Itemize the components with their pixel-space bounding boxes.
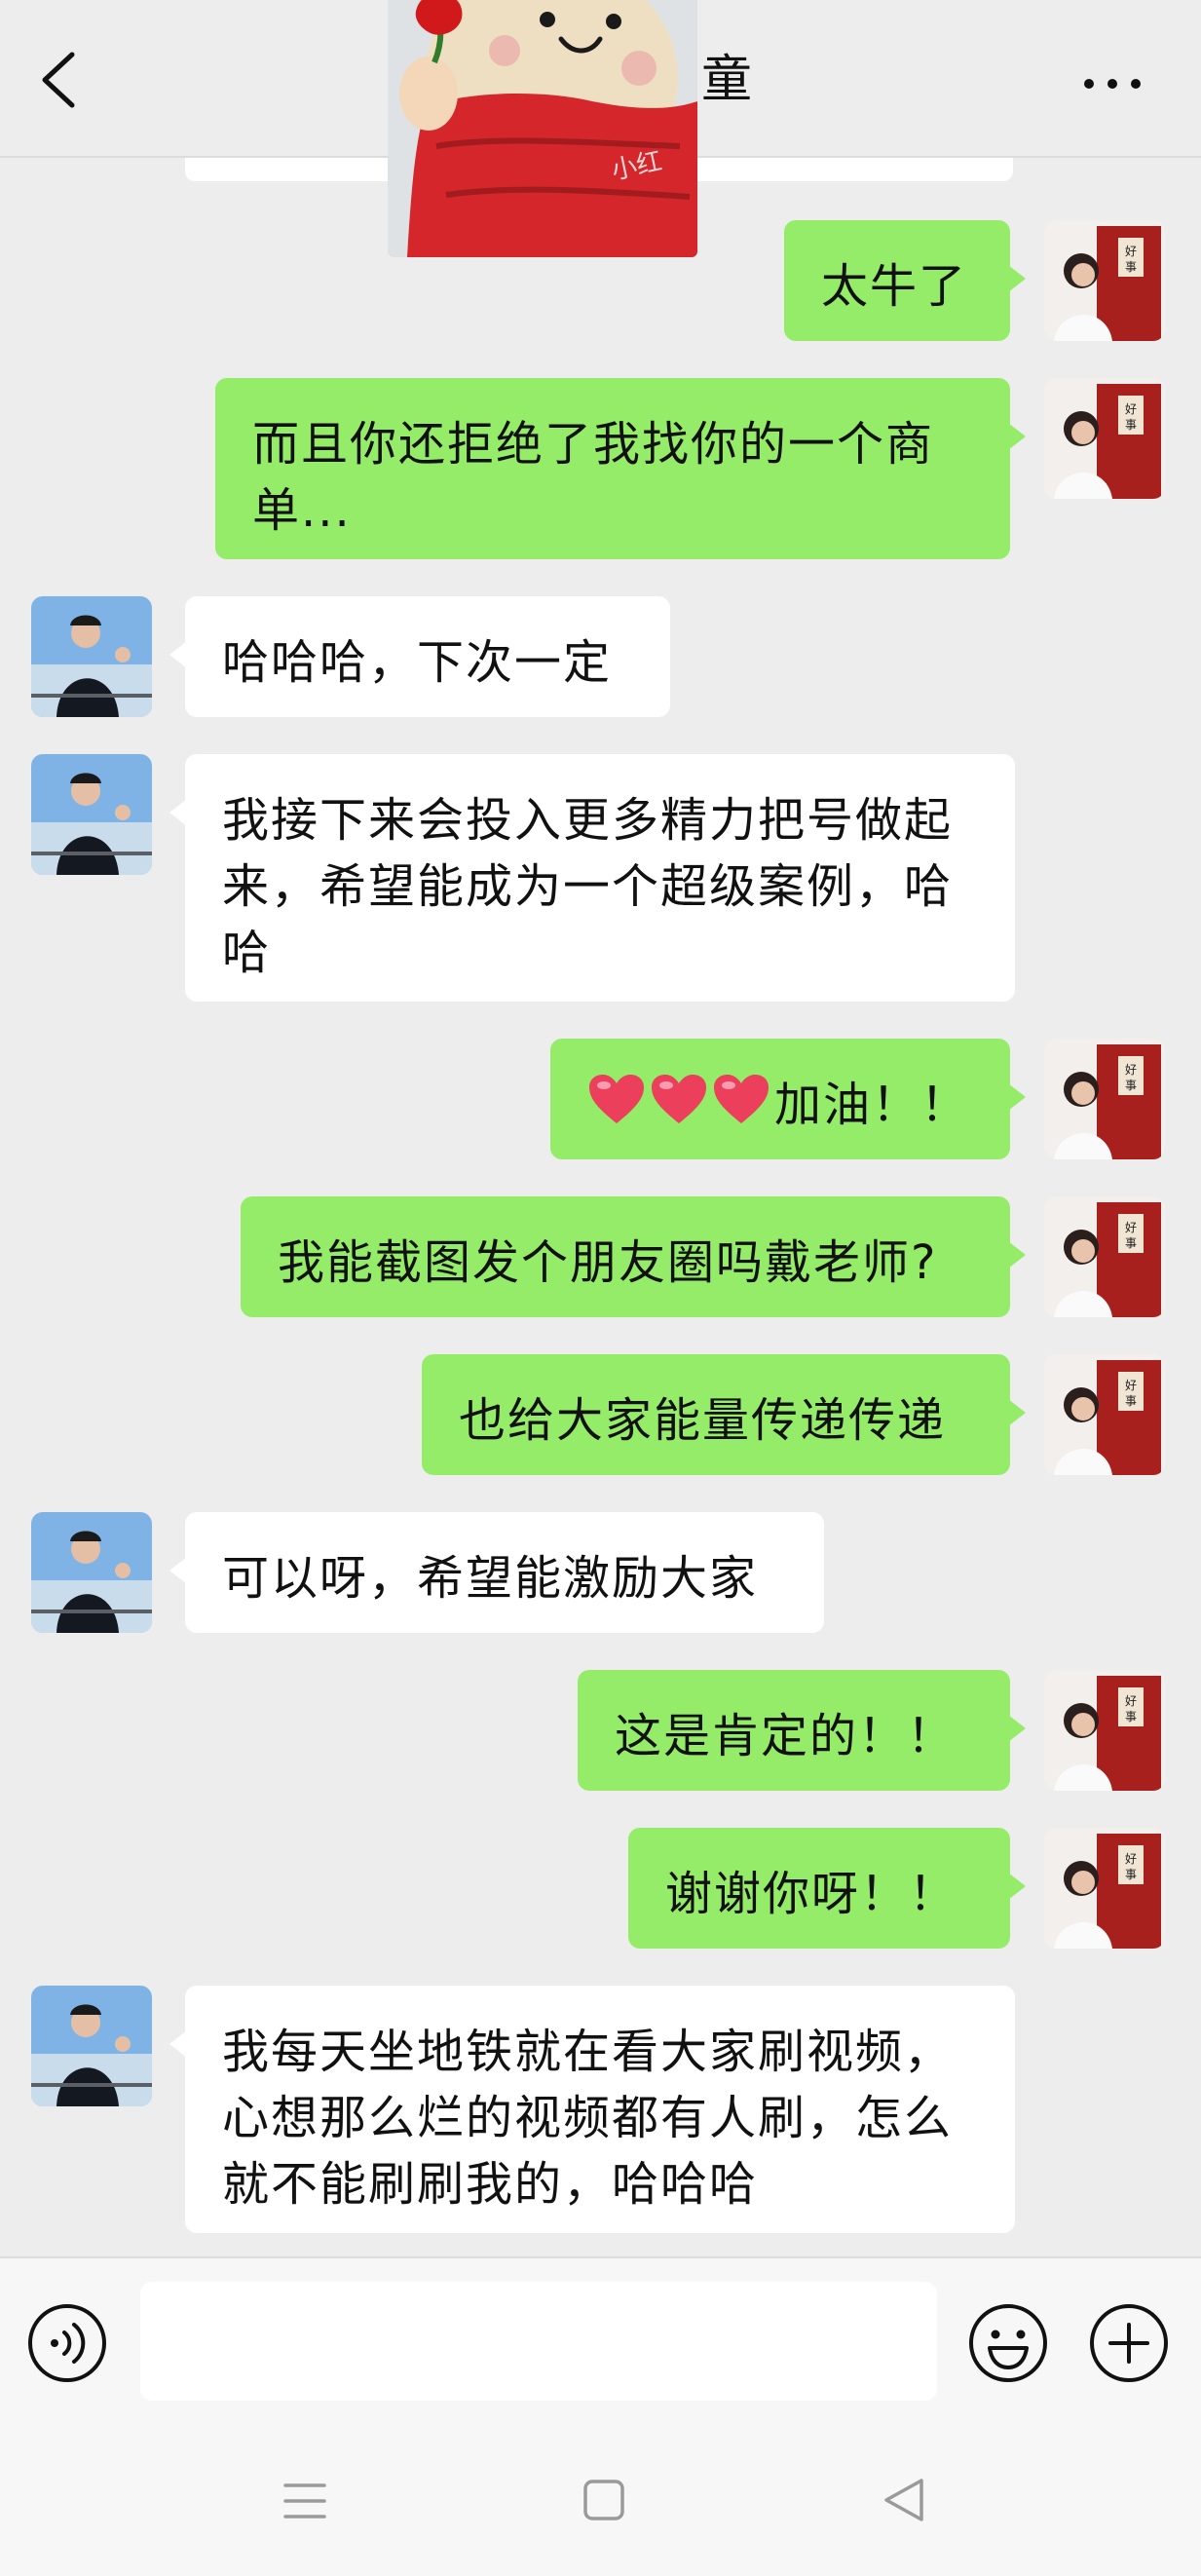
back-triangle-icon[interactable]: [881, 2477, 925, 2523]
my-message-bubble[interactable]: 我能截图发个朋友圈吗戴老师?: [241, 1196, 1026, 1317]
my-avatar[interactable]: 好事: [1044, 378, 1165, 499]
message-text: 我能截图发个朋友圈吗戴老师?: [278, 1235, 938, 1290]
message-text: 而且你还拒绝了我找你的一个商 单...: [252, 417, 935, 538]
heart-icon: [650, 1073, 708, 1143]
contact-avatar[interactable]: [31, 1986, 152, 2106]
my-message-bubble[interactable]: 也给大家能量传递传递: [422, 1354, 1026, 1475]
message-text: 谢谢你呀！！: [665, 1867, 958, 1921]
svg-text:事: 事: [1125, 418, 1137, 432]
svg-text:好: 好: [1125, 1379, 1137, 1392]
svg-text:好: 好: [1125, 1221, 1137, 1234]
heart-icon: [712, 1073, 770, 1143]
contact-message-bubble[interactable]: 我每天坐地铁就在看大家刷视频， 心想那么烂的视频都有人刷，怎么 就不能刷刷我的，…: [169, 1986, 1015, 2233]
message-text: 太牛了: [821, 259, 968, 314]
message-text: 哈哈哈，下次一定: [222, 635, 613, 690]
my-message-bubble[interactable]: 谢谢你呀！！: [628, 1828, 1026, 1949]
svg-text:事: 事: [1125, 1868, 1137, 1881]
message-text: 也给大家能量传递传递: [459, 1393, 947, 1448]
svg-text:事: 事: [1125, 1394, 1137, 1408]
heart-icon: [587, 1073, 646, 1143]
chevron-left-icon[interactable]: [37, 51, 80, 109]
svg-text:好: 好: [1125, 1694, 1137, 1708]
message-text: 可以呀，希望能激励大家: [222, 1551, 759, 1606]
emoji-icon[interactable]: [966, 2301, 1050, 2385]
svg-text:事: 事: [1125, 1236, 1137, 1250]
my-avatar[interactable]: 好事: [1044, 1828, 1165, 1949]
message-text: 这是肯定的！！: [615, 1709, 957, 1763]
message-text: 我接下来会投入更多精力把号做起 来，希望能成为一个超级案例，哈 哈: [222, 793, 954, 980]
home-icon[interactable]: [582, 2479, 625, 2521]
svg-text:好: 好: [1125, 245, 1137, 258]
sticker-image[interactable]: 小红: [388, 0, 697, 257]
svg-text:好: 好: [1125, 402, 1137, 416]
plus-icon[interactable]: [1087, 2301, 1171, 2385]
message-text: 加油！！: [774, 1078, 970, 1132]
svg-text:事: 事: [1125, 1710, 1137, 1724]
svg-text:好: 好: [1125, 1852, 1137, 1866]
chat-area[interactable]: 太牛了 好事 而且你还拒绝了我找你的一个商 单... 好事 哈哈哈，下次一定 我…: [0, 0, 1201, 2256]
my-avatar[interactable]: 好事: [1044, 1354, 1165, 1475]
contact-avatar[interactable]: [31, 1512, 152, 1633]
contact-avatar[interactable]: [31, 754, 152, 875]
contact-message-bubble[interactable]: 我接下来会投入更多精力把号做起 来，希望能成为一个超级案例，哈 哈: [169, 754, 1015, 1002]
my-message-bubble[interactable]: 这是肯定的！！: [578, 1670, 1026, 1791]
svg-text:事: 事: [1125, 1079, 1137, 1092]
message-input[interactable]: [140, 2282, 937, 2401]
my-avatar[interactable]: 好事: [1044, 1670, 1165, 1791]
svg-text:好: 好: [1125, 1063, 1137, 1077]
my-avatar[interactable]: 好事: [1044, 1196, 1165, 1317]
my-avatar[interactable]: 好事: [1044, 1039, 1165, 1159]
contact-message-bubble[interactable]: 哈哈哈，下次一定: [169, 596, 670, 717]
contact-avatar[interactable]: [31, 596, 152, 717]
ellipsis-icon[interactable]: [1081, 64, 1144, 103]
my-message-bubble[interactable]: 而且你还拒绝了我找你的一个商 单...: [215, 378, 1026, 559]
voice-icon[interactable]: [25, 2301, 109, 2385]
chat-title: 童: [701, 51, 753, 109]
svg-text:事: 事: [1125, 260, 1137, 274]
my-message-bubble[interactable]: 加油！！: [550, 1039, 1026, 1159]
message-text: 我每天坐地铁就在看大家刷视频， 心想那么烂的视频都有人刷，怎么 就不能刷刷我的，…: [222, 2025, 954, 2212]
my-message-bubble[interactable]: 太牛了: [784, 220, 1026, 341]
menu-icon[interactable]: [282, 2481, 327, 2521]
my-avatar[interactable]: 好事: [1044, 220, 1165, 341]
contact-message-bubble[interactable]: 可以呀，希望能激励大家: [169, 1512, 824, 1633]
